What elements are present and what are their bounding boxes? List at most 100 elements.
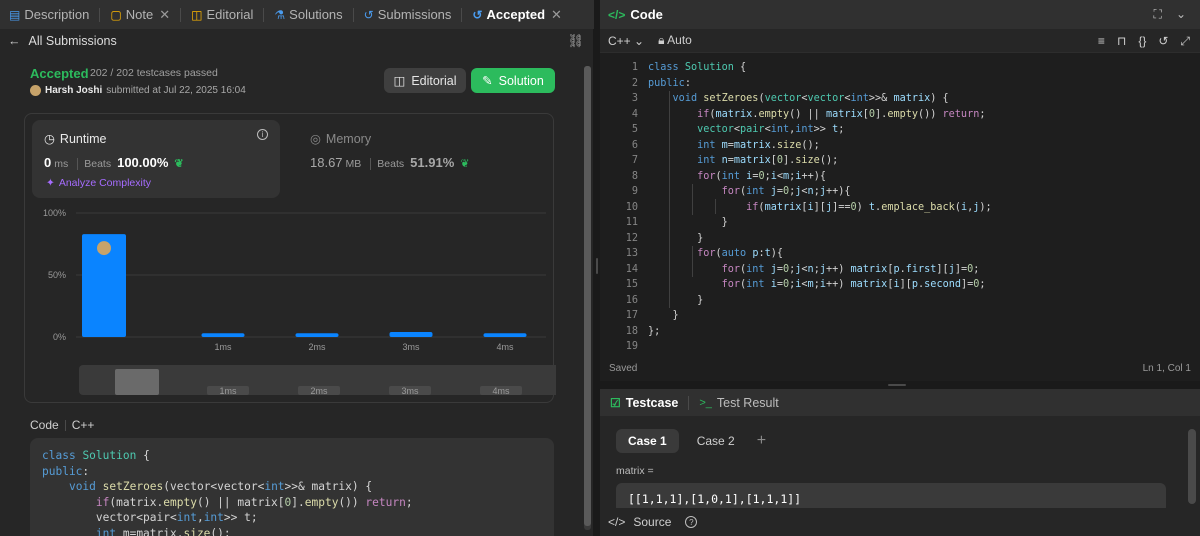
testcase-panel: ☑ Testcase >_ Test Result Case 1 Case 2 … — [600, 389, 1200, 536]
case-tab-1[interactable]: Case 1 — [616, 429, 679, 453]
tab-test-result[interactable]: >_ Test Result — [699, 396, 778, 410]
chart-bar — [483, 333, 527, 337]
analyze-complexity-link[interactable]: ✦ Analyze Complexity — [46, 177, 151, 189]
code-editor[interactable]: 1 2 3 4 5 6 7 8 9 10 11 12 13 14 15 16 17 18 19 class Solu… — [600, 53, 1200, 353]
chart-bar — [389, 332, 433, 337]
tab-test-result-label: Test Result — [716, 395, 779, 410]
tab-divider — [352, 7, 354, 22]
leaf-icon: ❦ — [460, 158, 470, 170]
runtime-value: 0 ms Beats 100.00% ❦ — [44, 155, 184, 170]
line-number: 7 — [631, 155, 638, 166]
y-tick-label: 50% — [48, 270, 66, 280]
back-arrow-icon[interactable]: ← — [8, 34, 21, 48]
history-icon: ↺ — [363, 7, 374, 22]
flask-icon: ⚗ — [274, 7, 286, 22]
description-icon: ▤ — [9, 7, 21, 22]
case-tab-2[interactable]: Case 2 — [685, 429, 747, 453]
bookmark-icon[interactable]: ⊓ — [1117, 34, 1126, 49]
runtime-distribution-chart[interactable]: 100% 50% 0% 1ms 2ms 3ms 4ms 1ms 2ms 3ms 4ms — [16, 203, 556, 413]
clock-icon: ◷ — [44, 132, 55, 146]
close-icon[interactable]: ✕ — [159, 7, 170, 23]
solution-button[interactable]: ✎ Solution — [471, 68, 555, 93]
reset-icon[interactable]: ↺ — [1158, 34, 1168, 49]
runtime-card[interactable]: ◷ Runtime i 0 ms Beats 100.00% ❦ ✦ Analy… — [32, 120, 280, 198]
tab-label: Editorial — [206, 7, 254, 22]
code-line: vector<pair<int,int>> t; — [697, 124, 845, 135]
code-line: vector<pair<int,int>> t; — [42, 511, 258, 524]
code-line: public: — [648, 77, 691, 89]
braces-icon[interactable]: {} — [1138, 34, 1146, 49]
info-icon[interactable]: i — [257, 129, 268, 140]
horizontal-splitter[interactable] — [600, 381, 1200, 389]
language-value: C++ — [608, 33, 631, 48]
code-line: for(int j=0;j<n;j++) matrix[p.first][j]=… — [721, 263, 980, 275]
line-number: 9 — [631, 186, 638, 197]
author-name[interactable]: Harsh Joshi — [45, 85, 102, 96]
source-link[interactable]: Source — [633, 515, 671, 529]
tab-note[interactable]: ▢ Note ✕ — [105, 0, 186, 29]
leaf-icon: ❦ — [174, 158, 184, 170]
code-line: } — [648, 232, 704, 244]
y-tick-label: 0% — [53, 332, 66, 342]
tab-solutions[interactable]: ⚗ Solutions — [269, 0, 358, 29]
memory-title[interactable]: ◎ Memory — [310, 131, 372, 147]
submitted-code-block[interactable]: class Solution {public: void setZeroes(v… — [30, 438, 554, 536]
x-tick-label: 4ms — [496, 342, 514, 352]
close-icon[interactable]: ✕ — [551, 7, 562, 23]
tab-description[interactable]: ▤ Description — [4, 0, 105, 29]
avatar[interactable] — [30, 85, 41, 96]
avatar-marker — [97, 241, 111, 256]
add-case-icon[interactable]: + — [757, 432, 766, 450]
editor-status-bar: Saved Ln 1, Col 1 — [600, 358, 1200, 378]
x-tick-label: 3ms — [402, 342, 420, 352]
x-tick-label: 2ms — [308, 342, 326, 352]
book-icon: ◫ — [191, 7, 203, 22]
editor-toolbar: C++ ⌄ 🔒︎ Auto ≡ ⊓ {} ↺ ⤢ — [600, 29, 1200, 53]
line-number: 10 — [625, 201, 638, 213]
line-number: 15 — [625, 279, 638, 290]
code-editor-panel: </> Code ⛶ ⌄ C++ ⌄ 🔒︎ Auto ≡ ⊓ {} ↺ ⤢ 12… — [600, 0, 1200, 381]
all-submissions-link[interactable]: All Submissions — [29, 34, 117, 48]
tab-accepted[interactable]: ↺ Accepted ✕ — [467, 0, 567, 29]
fullscreen-icon[interactable]: ⛶ — [1154, 7, 1162, 22]
code-line: for(int i=0;i<m;i++){ — [697, 170, 826, 182]
testcases-passed: 202 / 202 testcases passed — [90, 67, 218, 79]
code-icon: </> — [608, 7, 626, 22]
submission-status: Accepted — [30, 66, 89, 81]
expand-icon[interactable]: ⤢ — [1180, 34, 1190, 49]
mode-value: Auto — [667, 33, 692, 47]
line-number: 8 — [631, 170, 638, 182]
format-icon[interactable]: ≡ — [1098, 34, 1105, 49]
tab-testcase[interactable]: ☑ Testcase — [610, 396, 678, 410]
line-numbers: 1 2 3 4 5 6 7 8 9 10 11 12 13 14 15 16 17 18 19 — [600, 60, 638, 355]
tab-label: Accepted — [486, 7, 546, 22]
minimap-bar — [115, 369, 159, 395]
cursor-position: Ln 1, Col 1 — [1142, 362, 1191, 374]
code-line: for(int j=0;j<n;j++){ — [721, 186, 851, 197]
tab-label: Submissions — [377, 7, 452, 22]
code-line: class Solution { — [42, 449, 150, 462]
editor-header-actions: ⛶ ⌄ — [1154, 7, 1186, 22]
testcase-scrollbar[interactable] — [1188, 429, 1196, 504]
tab-submissions[interactable]: ↺ Submissions — [359, 0, 468, 29]
scrollbar-thumb[interactable] — [584, 66, 591, 526]
editorial-button[interactable]: ◫ Editorial — [384, 68, 466, 93]
checkbox-icon: ☑ — [610, 395, 621, 410]
collapse-icon[interactable]: ⌄ — [1176, 7, 1186, 22]
mode-indicator[interactable]: 🔒︎ Auto — [658, 33, 692, 48]
variable-label: matrix = — [616, 465, 654, 477]
analyze-label: Analyze Complexity — [58, 177, 152, 189]
terminal-icon: >_ — [699, 396, 712, 409]
minimap-tick-label: 3ms — [401, 386, 419, 396]
runtime-title-label: Runtime — [59, 131, 107, 146]
share-link-icon[interactable]: ⛓ — [567, 33, 584, 49]
tab-divider — [180, 7, 182, 22]
left-scrollbar[interactable] — [584, 66, 591, 530]
line-number: 2 — [631, 77, 638, 89]
memory-title-label: Memory — [325, 131, 372, 146]
language-select[interactable]: C++ ⌄ — [608, 34, 644, 48]
help-icon[interactable]: ? — [685, 516, 698, 528]
history-icon: ↺ — [472, 7, 483, 22]
tab-editorial[interactable]: ◫ Editorial — [186, 0, 269, 29]
